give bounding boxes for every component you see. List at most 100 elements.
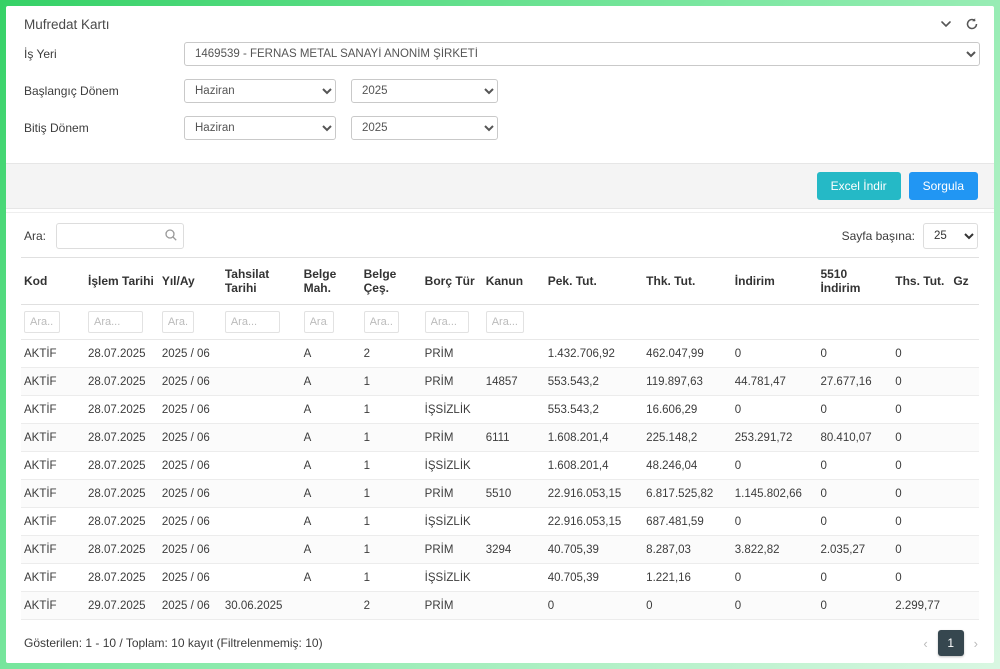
- column-header-12[interactable]: 5510 İndirim: [817, 258, 892, 305]
- table-cell: 0: [892, 564, 950, 592]
- table-footer: Gösterilen: 1 - 10 / Toplam: 10 kayıt (F…: [6, 620, 994, 663]
- table-cell: 1: [361, 452, 422, 480]
- table-cell: 0: [892, 368, 950, 396]
- column-filter-input-1[interactable]: [24, 311, 60, 333]
- table-row[interactable]: AKTİF29.07.20252025 / 0630.06.20252PRİM0…: [21, 592, 979, 620]
- table-cell: 2025 / 06: [159, 536, 222, 564]
- table-cell: 0: [892, 340, 950, 368]
- prev-page-button[interactable]: ‹: [923, 636, 927, 651]
- table-cell: 1.608.201,4: [545, 424, 643, 452]
- table-cell: İŞSİZLİK: [422, 396, 483, 424]
- table-cell: 2.299,77: [892, 592, 950, 620]
- table-cell: 2025 / 06: [159, 508, 222, 536]
- column-header-7[interactable]: Borç Tür: [422, 258, 483, 305]
- table-cell: AKTİF: [21, 508, 85, 536]
- table-row[interactable]: AKTİF28.07.20252025 / 06A1PRİM551022.916…: [21, 480, 979, 508]
- table-row[interactable]: AKTİF28.07.20252025 / 06A1İŞSİZLİK22.916…: [21, 508, 979, 536]
- column-filter-input-6[interactable]: [364, 311, 399, 333]
- table-cell: İŞSİZLİK: [422, 452, 483, 480]
- table-cell: 0: [643, 592, 732, 620]
- column-header-6[interactable]: Belge Çeş.: [361, 258, 422, 305]
- table-cell: 0: [732, 592, 818, 620]
- table-cell: 2: [361, 592, 422, 620]
- bitis-year-select[interactable]: 2025: [351, 116, 498, 140]
- filter-cell-1: [21, 305, 85, 340]
- table-cell: 2025 / 06: [159, 592, 222, 620]
- column-header-3[interactable]: Yıl/Ay: [159, 258, 222, 305]
- table-cell: 553.543,2: [545, 368, 643, 396]
- table-cell: İŞSİZLİK: [422, 564, 483, 592]
- filter-cell-6: [361, 305, 422, 340]
- table-cell: 0: [892, 424, 950, 452]
- table-cell: 0: [817, 480, 892, 508]
- table-cell: 0: [892, 508, 950, 536]
- column-filter-input-5[interactable]: [304, 311, 334, 333]
- table-cell: [222, 340, 301, 368]
- column-header-11[interactable]: İndirim: [732, 258, 818, 305]
- table-row[interactable]: AKTİF28.07.20252025 / 06A1PRİM14857553.5…: [21, 368, 979, 396]
- next-page-button[interactable]: ›: [974, 636, 978, 651]
- table-cell: 553.543,2: [545, 396, 643, 424]
- table-cell: 28.07.2025: [85, 564, 159, 592]
- table-cell: 22.916.053,15: [545, 480, 643, 508]
- page-1-button[interactable]: 1: [938, 630, 964, 656]
- table-row[interactable]: AKTİF28.07.20252025 / 06A1PRİM61111.608.…: [21, 424, 979, 452]
- table-cell: 0: [892, 480, 950, 508]
- column-header-14[interactable]: Gz: [950, 258, 979, 305]
- table-cell: 28.07.2025: [85, 452, 159, 480]
- table-cell: 0: [732, 452, 818, 480]
- column-filter-input-2[interactable]: [88, 311, 143, 333]
- records-info: Gösterilen: 1 - 10 / Toplam: 10 kayıt (F…: [24, 636, 323, 650]
- baslangic-donem-row: Başlangıç Dönem Haziran 2025: [24, 79, 980, 103]
- table-row[interactable]: AKTİF28.07.20252025 / 06A1İŞSİZLİK1.608.…: [21, 452, 979, 480]
- filter-cell-13: [892, 305, 950, 340]
- baslangic-month-select[interactable]: Haziran: [184, 79, 336, 103]
- column-header-1[interactable]: Kod: [21, 258, 85, 305]
- table-cell: 1: [361, 396, 422, 424]
- table-cell: 0: [732, 340, 818, 368]
- baslangic-year-select[interactable]: 2025: [351, 79, 498, 103]
- table-cell: 5510: [483, 480, 545, 508]
- filter-cell-14: [950, 305, 979, 340]
- table-cell: 3294: [483, 536, 545, 564]
- table-row[interactable]: AKTİF28.07.20252025 / 06A1İŞSİZLİK40.705…: [21, 564, 979, 592]
- table-cell: PRİM: [422, 424, 483, 452]
- table-cell: 28.07.2025: [85, 508, 159, 536]
- table-cell: 0: [817, 396, 892, 424]
- excel-indir-button[interactable]: Excel İndir: [817, 172, 901, 200]
- column-header-2[interactable]: İşlem Tarihi: [85, 258, 159, 305]
- column-filter-input-7[interactable]: [425, 311, 469, 333]
- table-row[interactable]: AKTİF28.07.20252025 / 06A1İŞSİZLİK553.54…: [21, 396, 979, 424]
- column-filter-input-8[interactable]: [486, 311, 524, 333]
- filter-cell-7: [422, 305, 483, 340]
- table-cell: 22.916.053,15: [545, 508, 643, 536]
- table-row[interactable]: AKTİF28.07.20252025 / 06A2PRİM1.432.706,…: [21, 340, 979, 368]
- table-cell: 2.035,27: [817, 536, 892, 564]
- table-cell: 0: [892, 396, 950, 424]
- column-filter-input-4[interactable]: [225, 311, 280, 333]
- table-row[interactable]: AKTİF28.07.20252025 / 06A1PRİM329440.705…: [21, 536, 979, 564]
- search-box: [56, 223, 184, 249]
- bitis-month-select[interactable]: Haziran: [184, 116, 336, 140]
- column-header-8[interactable]: Kanun: [483, 258, 545, 305]
- column-header-4[interactable]: Tahsilat Tarihi: [222, 258, 301, 305]
- table-cell: [483, 396, 545, 424]
- column-filter-input-3[interactable]: [162, 311, 194, 333]
- collapse-chevron-icon[interactable]: [938, 16, 954, 32]
- column-header-10[interactable]: Thk. Tut.: [643, 258, 732, 305]
- column-header-5[interactable]: Belge Mah.: [301, 258, 361, 305]
- table-cell: 1.221,16: [643, 564, 732, 592]
- table-cell: 687.481,59: [643, 508, 732, 536]
- table-cell: A: [301, 368, 361, 396]
- table-header-row: Kodİşlem TarihiYıl/AyTahsilat TarihiBelg…: [21, 258, 979, 305]
- is-yeri-select[interactable]: 1469539 - FERNAS METAL SANAYİ ANONİM ŞİR…: [184, 42, 980, 66]
- table-cell: 2025 / 06: [159, 396, 222, 424]
- refresh-icon[interactable]: [964, 16, 980, 32]
- page-size-select[interactable]: 25: [923, 223, 978, 249]
- table-cell: AKTİF: [21, 396, 85, 424]
- column-header-13[interactable]: Ths. Tut.: [892, 258, 950, 305]
- sorgula-button[interactable]: Sorgula: [909, 172, 978, 200]
- table-cell: AKTİF: [21, 592, 85, 620]
- column-header-9[interactable]: Pek. Tut.: [545, 258, 643, 305]
- table-cell: 0: [817, 340, 892, 368]
